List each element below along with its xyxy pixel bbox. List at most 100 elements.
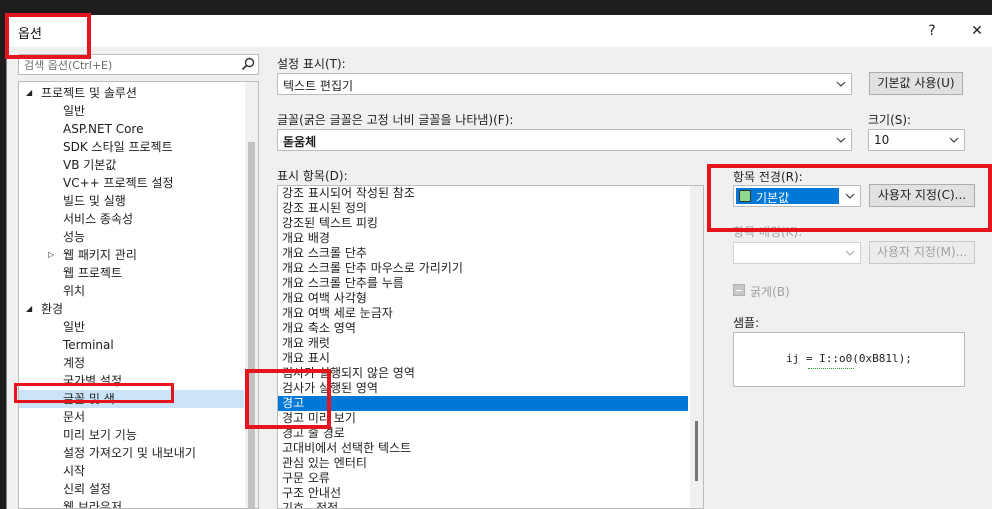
expanded-arrow-icon[interactable]: ◢ bbox=[26, 84, 32, 102]
tree-item-label: 설정 가져오기 및 내보내기 bbox=[63, 446, 196, 460]
tree-item-label: 일반 bbox=[63, 104, 86, 118]
checkbox-dash bbox=[736, 290, 742, 291]
tree-item-label: VB 기본값 bbox=[63, 158, 117, 172]
display-list-item[interactable]: 강조 표시되어 작성된 참조 bbox=[278, 186, 688, 201]
tree-item[interactable]: 신뢰 설정 bbox=[19, 480, 244, 498]
tree-item-label: 계정 bbox=[63, 356, 86, 370]
sample-text: ij = I::o0(0xB81l); bbox=[786, 352, 912, 365]
collapsed-arrow-icon[interactable]: ▷ bbox=[48, 246, 54, 264]
display-list-item[interactable]: 구문 오류 bbox=[278, 471, 688, 486]
search-icon[interactable] bbox=[241, 57, 255, 71]
tree-item[interactable]: SDK 스타일 프로젝트 bbox=[19, 138, 244, 156]
tree-item-label: 빌드 및 실행 bbox=[63, 194, 126, 208]
tree-item-label: 웹 브라우저 bbox=[63, 500, 123, 509]
size-value: 10 bbox=[874, 133, 890, 147]
list-scroll-thumb[interactable] bbox=[695, 421, 698, 481]
display-list-item[interactable]: 개요 배경 bbox=[278, 231, 688, 246]
display-list-item[interactable]: 개요 축소 영역 bbox=[278, 321, 688, 336]
tree-item[interactable]: 웹 브라우저 bbox=[19, 498, 244, 509]
display-list-item[interactable]: 개요 여백 세로 눈금자 bbox=[278, 306, 688, 321]
chevron-down-icon bbox=[845, 250, 855, 256]
tree-item[interactable]: ◢ 환경 bbox=[19, 300, 244, 318]
display-items-list[interactable]: 기호 - 정적 구조 안내선 구문 오류 관심 있는 엔터티 고대비에서 선택한 텍스트… bbox=[277, 185, 704, 509]
window-top-strip bbox=[0, 0, 992, 15]
size-label: 크기(S): bbox=[868, 113, 912, 127]
display-list-item[interactable]: 개요 스크롤 단추 bbox=[278, 246, 688, 261]
display-list-item[interactable]: 관심 있는 엔터티 bbox=[278, 456, 688, 471]
tree-item[interactable]: 설정 가져오기 및 내보내기 bbox=[19, 444, 244, 462]
display-list-item[interactable]: 개요 스크롤 단추를 누름 bbox=[278, 276, 688, 291]
tree-item-label: 위치 bbox=[63, 284, 86, 298]
title-bar: 옵션 ? ✕ bbox=[7, 15, 992, 47]
size-combo[interactable]: 10 bbox=[868, 129, 965, 151]
display-list-item[interactable]: 검사가 실행되지 않은 영역 bbox=[278, 366, 688, 381]
use-defaults-button[interactable]: 기본값 사용(U) bbox=[869, 72, 963, 95]
tree-item-label: SDK 스타일 프로젝트 bbox=[63, 140, 173, 154]
tree-item[interactable]: 성능 bbox=[19, 228, 244, 246]
tree-item[interactable]: 문서 bbox=[19, 408, 244, 426]
annotation-foreground-highlight bbox=[707, 164, 992, 232]
tree-item[interactable]: 시작 bbox=[19, 462, 244, 480]
tree-item-label: Terminal bbox=[63, 338, 114, 352]
options-dialog: 옵션 ? ✕ 검색 옵션(Ctrl+E) 웹 브라우저 신뢰 설정 시작 설정 가져오… bbox=[6, 15, 992, 509]
tree-item[interactable]: Terminal bbox=[19, 336, 244, 354]
show-settings-label: 설정 표시(T): bbox=[277, 57, 346, 71]
close-button[interactable]: ✕ bbox=[965, 21, 989, 41]
tree-item-label: 문서 bbox=[63, 410, 86, 424]
tree-item[interactable]: 위치 bbox=[19, 282, 244, 300]
sample-label: 샘플: bbox=[733, 316, 760, 330]
tree-item[interactable]: 웹 프로젝트 bbox=[19, 264, 244, 282]
tree-item-label: 일반 bbox=[63, 320, 86, 334]
bold-label: 굵게(B) bbox=[750, 285, 790, 299]
display-list-item[interactable]: 경고 미리 보기 bbox=[278, 411, 688, 426]
tree-item-label: ASP.NET Core bbox=[63, 122, 144, 136]
tree-scroll-thumb[interactable] bbox=[248, 142, 255, 508]
tree-item[interactable]: ASP.NET Core bbox=[19, 120, 244, 138]
tree-scrollbar[interactable] bbox=[245, 82, 258, 508]
tree-item[interactable]: VB 기본값 bbox=[19, 156, 244, 174]
display-list-item[interactable]: 경고 bbox=[278, 396, 688, 411]
display-list-item[interactable]: 개요 표시 bbox=[278, 351, 688, 366]
tree-item-label: VC++ 프로젝트 설정 bbox=[63, 176, 174, 190]
display-list-item[interactable]: 강조 표시된 정의 bbox=[278, 201, 688, 216]
search-placeholder: 검색 옵션(Ctrl+E) bbox=[24, 59, 113, 72]
display-list-item[interactable]: 개요 스크롤 단추 마우스로 가리키기 bbox=[278, 261, 688, 276]
chevron-down-icon bbox=[949, 137, 959, 143]
show-settings-combo[interactable]: 텍스트 편집기 bbox=[277, 73, 852, 95]
sample-box: ij = I::o0(0xB81l); bbox=[733, 332, 965, 387]
bold-checkbox[interactable] bbox=[733, 284, 745, 296]
annotation-tree-highlight bbox=[14, 383, 174, 403]
font-combo[interactable]: 돋움체 bbox=[277, 129, 852, 151]
display-list-item[interactable]: 경고 줄 경로 bbox=[278, 426, 688, 441]
display-list-item[interactable]: 개요 캐럿 bbox=[278, 336, 688, 351]
font-label: 글꼴(굵은 글꼴은 고정 너비 글꼴을 나타냄)(F): bbox=[277, 113, 514, 127]
list-scrollbar[interactable] bbox=[690, 186, 703, 508]
tree-item[interactable]: ◢ 프로젝트 및 솔루션 bbox=[19, 84, 244, 102]
options-tree[interactable]: 웹 브라우저 신뢰 설정 시작 설정 가져오기 및 내보내기 미리 보기 기능 문서 글꼴 … bbox=[18, 81, 259, 509]
help-button[interactable]: ? bbox=[920, 21, 944, 41]
display-list-item[interactable]: 개요 여백 사각형 bbox=[278, 291, 688, 306]
annotation-title-highlight bbox=[5, 13, 91, 59]
font-value: 돋움체 bbox=[283, 135, 317, 149]
tree-item[interactable]: 일반 bbox=[19, 102, 244, 120]
chevron-down-icon bbox=[836, 137, 846, 143]
custom-background-button[interactable]: 사용자 지정(M)... bbox=[869, 241, 975, 264]
tree-item[interactable]: 미리 보기 기능 bbox=[19, 426, 244, 444]
background-combo[interactable] bbox=[733, 242, 861, 264]
tree-item-label: 환경 bbox=[41, 302, 64, 316]
tree-item[interactable]: 서비스 종속성 bbox=[19, 210, 244, 228]
tree-item-label: 시작 bbox=[63, 464, 86, 478]
tree-item[interactable]: ▷ 웹 패키지 관리 bbox=[19, 246, 244, 264]
display-list-item[interactable]: 강조된 텍스트 피킹 bbox=[278, 216, 688, 231]
tree-item-label: 미리 보기 기능 bbox=[63, 428, 137, 442]
tree-item-label: 성능 bbox=[63, 230, 86, 244]
display-list-item[interactable]: 구조 안내선 bbox=[278, 486, 688, 501]
display-list-item[interactable]: 기호 - 정적 bbox=[278, 501, 688, 508]
tree-item[interactable]: VC++ 프로젝트 설정 bbox=[19, 174, 244, 192]
display-list-item[interactable]: 검사가 실행된 영역 bbox=[278, 381, 688, 396]
tree-item[interactable]: 계정 bbox=[19, 354, 244, 372]
expanded-arrow-icon[interactable]: ◢ bbox=[26, 300, 32, 318]
tree-item[interactable]: 일반 bbox=[19, 318, 244, 336]
display-list-item[interactable]: 고대비에서 선택한 텍스트 bbox=[278, 441, 688, 456]
tree-item[interactable]: 빌드 및 실행 bbox=[19, 192, 244, 210]
